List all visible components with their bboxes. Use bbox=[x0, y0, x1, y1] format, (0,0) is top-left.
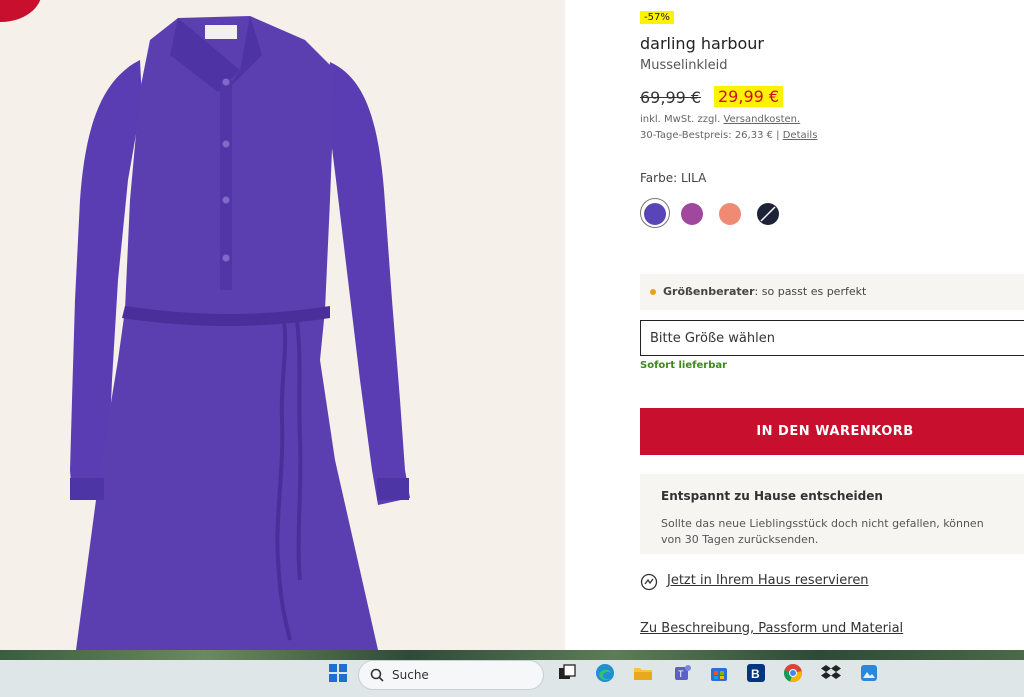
color-label: Farbe: LILA bbox=[640, 171, 707, 185]
discount-badge: -57% bbox=[640, 11, 674, 24]
svg-text:B: B bbox=[751, 667, 760, 681]
product-details: -57% darling harbour Musselinkleid 69,99… bbox=[640, 0, 1024, 650]
chrome-icon[interactable] bbox=[782, 662, 804, 684]
best-price-note: 30-Tage-Bestpreis: 26,33 € | Details bbox=[640, 130, 817, 141]
size-select-placeholder: Bitte Größe wählen bbox=[650, 331, 775, 346]
booking-icon[interactable]: B bbox=[745, 662, 767, 684]
return-info-box: Entspannt zu Hause entscheiden Sollte da… bbox=[640, 474, 1024, 554]
old-price: 69,99 € bbox=[640, 88, 702, 107]
dress-image bbox=[70, 16, 410, 650]
size-advisor-label: Größenberater bbox=[663, 285, 755, 298]
reserve-link[interactable]: Jetzt in Ihrem Haus reservieren bbox=[667, 573, 869, 588]
vat-note: inkl. MwSt. zzgl. Versandkosten. bbox=[640, 114, 800, 125]
edge-icon[interactable] bbox=[594, 662, 616, 684]
return-info-line-2: von 30 Tagen zurücksenden. bbox=[661, 533, 819, 546]
reserve-icon bbox=[640, 573, 658, 591]
vat-prefix: inkl. MwSt. zzgl. bbox=[640, 114, 721, 125]
color-swatch-navy[interactable] bbox=[757, 203, 779, 225]
photos-icon[interactable] bbox=[858, 662, 880, 684]
availability-status: Sofort lieferbar bbox=[640, 360, 728, 371]
size-advisor[interactable]: Größenberater: so passt es perfekt bbox=[640, 274, 1024, 310]
advisor-dot-icon bbox=[650, 289, 656, 295]
brand-name[interactable]: darling harbour bbox=[640, 34, 764, 53]
color-swatch-violett[interactable] bbox=[681, 203, 703, 225]
size-advisor-text: : so passt es perfekt bbox=[754, 285, 867, 298]
unavailable-slash-icon bbox=[760, 206, 776, 222]
store-icon[interactable] bbox=[708, 662, 730, 684]
task-view-icon[interactable] bbox=[556, 662, 578, 684]
sale-price: 29,99 € bbox=[714, 86, 784, 107]
return-info-line-1: Sollte das neue Lieblingsstück doch nich… bbox=[661, 517, 984, 530]
taskbar-search[interactable]: Suche bbox=[358, 660, 544, 690]
search-icon bbox=[370, 668, 384, 682]
color-swatch-lachs[interactable] bbox=[719, 203, 741, 225]
file-explorer-icon[interactable] bbox=[632, 662, 654, 684]
add-to-cart-button[interactable]: IN DEN WARENKORB bbox=[640, 408, 1024, 455]
windows-start-icon[interactable] bbox=[327, 662, 349, 684]
teams-icon[interactable]: T bbox=[671, 662, 693, 684]
best-price-details-link[interactable]: Details bbox=[783, 130, 818, 141]
best-price-text: 30-Tage-Bestpreis: 26,33 € | bbox=[640, 130, 780, 141]
svg-text:T: T bbox=[678, 669, 684, 679]
color-swatch-lila[interactable] bbox=[644, 203, 666, 225]
dropbox-icon[interactable] bbox=[820, 662, 842, 684]
size-select[interactable]: Bitte Größe wählen bbox=[640, 320, 1024, 356]
product-name: Musselinkleid bbox=[640, 58, 728, 73]
product-image-panel[interactable] bbox=[0, 0, 565, 650]
return-info-heading: Entspannt zu Hause entscheiden bbox=[661, 489, 883, 503]
shipping-costs-link[interactable]: Versandkosten. bbox=[723, 114, 800, 125]
description-link[interactable]: Zu Beschreibung, Passform und Material bbox=[640, 621, 903, 636]
search-label: Suche bbox=[392, 668, 429, 682]
wallpaper-strip bbox=[0, 650, 1024, 660]
